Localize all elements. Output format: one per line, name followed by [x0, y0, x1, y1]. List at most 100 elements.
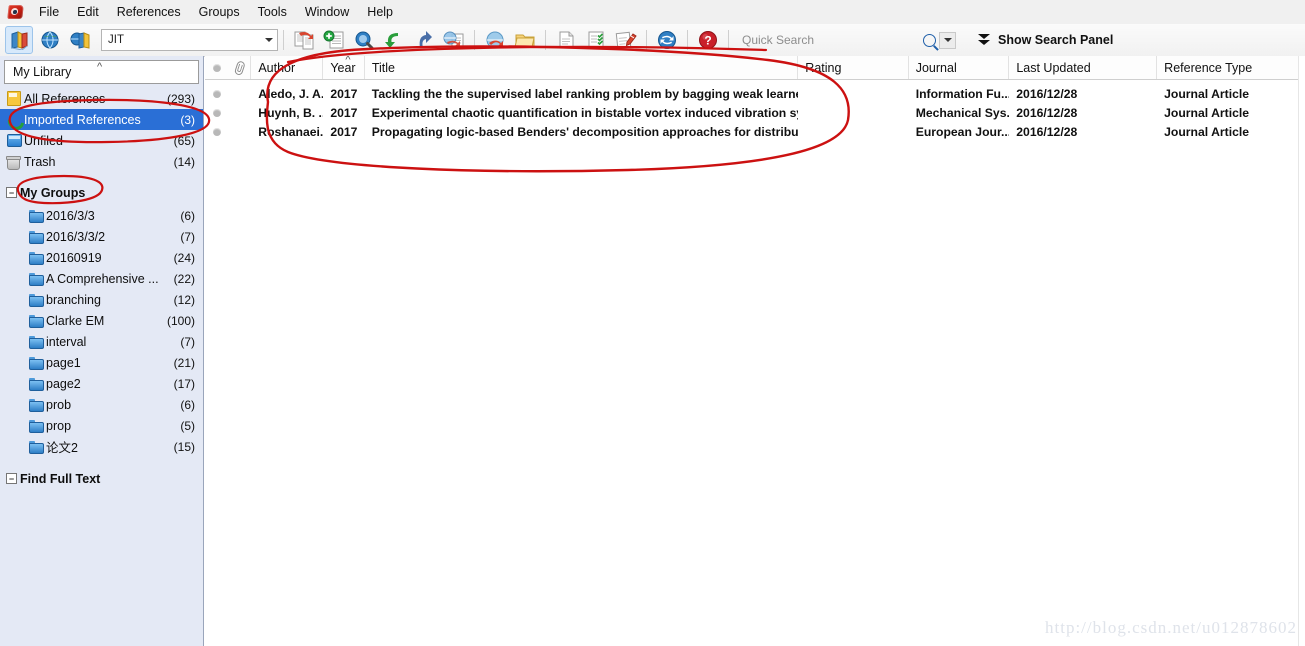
column-header-title[interactable]: Title [365, 56, 799, 79]
sidebar-item-unfiled[interactable]: Unfiled (65) [0, 130, 203, 151]
sidebar-item-count: (14) [173, 154, 195, 169]
cell-author: Roshanaei... [258, 124, 324, 139]
collapse-icon[interactable]: − [6, 473, 17, 484]
sidebar-group-20160919[interactable]: 20160919 (24) [0, 247, 203, 268]
new-page-icon[interactable] [553, 27, 579, 53]
folder-icon [29, 231, 46, 244]
toolbar-separator [687, 30, 688, 50]
menu-item-file[interactable]: File [30, 2, 68, 22]
sidebar-find-full-text-header[interactable]: − Find Full Text [0, 468, 203, 489]
vertical-scrollbar[interactable] [1298, 56, 1305, 646]
row-read-status[interactable] [205, 122, 230, 141]
row-attachment [230, 103, 252, 122]
cell-last-updated: 2016/12/28 [1016, 86, 1078, 101]
sidebar-item-count: (3) [180, 112, 195, 127]
sidebar-group-label: page1 [46, 355, 81, 370]
open-library-icon[interactable] [5, 26, 33, 54]
new-reference-icon[interactable] [321, 27, 347, 53]
row-read-status[interactable] [205, 103, 230, 122]
sidebar-group-count: (5) [180, 418, 195, 433]
edit-citation-icon[interactable] [613, 27, 639, 53]
online-search-icon[interactable] [37, 27, 63, 53]
find-full-text-icon[interactable] [482, 27, 508, 53]
sidebar-group-page2[interactable]: page2 (17) [0, 373, 203, 394]
menu-item-window[interactable]: Window [296, 2, 358, 22]
sidebar-group-interval[interactable]: interval (7) [0, 331, 203, 352]
search-references-icon[interactable] [351, 27, 377, 53]
table-header-row: Author Year ^ Title Rating Journal Last … [205, 56, 1305, 80]
export-up-icon[interactable] [411, 27, 437, 53]
column-header-journal[interactable]: Journal [909, 56, 1010, 79]
imported-references-icon [7, 113, 24, 126]
menu-item-groups[interactable]: Groups [190, 2, 249, 22]
column-header-attachment[interactable] [230, 56, 252, 79]
sidebar-group-count: (22) [173, 271, 195, 286]
sidebar-group-page1[interactable]: page1 (21) [0, 352, 203, 373]
output-style-combo[interactable]: JIT [101, 29, 278, 51]
cell-rating [798, 84, 908, 103]
column-header-readstatus[interactable] [205, 56, 230, 79]
sidebar-group-2016-3-3-2[interactable]: 2016/3/3/2 (7) [0, 226, 203, 247]
folder-icon [29, 378, 46, 391]
sidebar-group-prop[interactable]: prop (5) [0, 415, 203, 436]
format-bibliography-icon[interactable] [583, 27, 609, 53]
cell-year: 2017 [330, 105, 358, 120]
sidebar-item-imported-references[interactable]: Imported References (3) [0, 109, 203, 130]
column-header-last-updated[interactable]: Last Updated [1009, 56, 1158, 79]
sidebar-group-prob[interactable]: prob (6) [0, 394, 203, 415]
cell-last-updated: 2016/12/28 [1016, 105, 1078, 120]
sidebar-my-groups-header[interactable]: − My Groups [0, 182, 203, 203]
search-icon[interactable] [923, 33, 936, 47]
integrated-library-icon[interactable] [67, 27, 93, 53]
sidebar-group-a-comprehensive[interactable]: A Comprehensive ... (22) [0, 268, 203, 289]
menu-item-tools[interactable]: Tools [249, 2, 296, 22]
sync-icon[interactable] [654, 27, 680, 53]
toolbar-separator [474, 30, 475, 50]
sidebar-item-trash[interactable]: Trash (14) [0, 151, 203, 172]
column-header-rating[interactable]: Rating [798, 56, 909, 79]
help-icon[interactable]: ? [695, 27, 721, 53]
column-header-author[interactable]: Author [251, 56, 324, 79]
library-header[interactable]: My Library ^ [4, 60, 199, 84]
show-search-panel-button[interactable]: Show Search Panel [978, 33, 1113, 47]
table-row[interactable]: Huynh, B. ... 2017 Experimental chaotic … [205, 103, 1305, 122]
sidebar-group-clarke-em[interactable]: Clarke EM (100) [0, 310, 203, 331]
row-read-status[interactable] [205, 84, 230, 103]
chevron-down-icon[interactable] [261, 31, 277, 49]
sidebar-group-count: (17) [173, 376, 195, 391]
folder-icon [29, 336, 46, 349]
sync-down-icon[interactable] [381, 27, 407, 53]
column-header-year[interactable]: Year ^ [323, 56, 365, 79]
toolbar-separator [545, 30, 546, 50]
reference-list-panel: Author Year ^ Title Rating Journal Last … [205, 56, 1305, 646]
online-mode-icon[interactable] [441, 27, 467, 53]
open-file-icon[interactable] [512, 27, 538, 53]
menu-item-references[interactable]: References [108, 2, 190, 22]
column-header-reference-type[interactable]: Reference Type [1157, 56, 1305, 79]
svg-text:?: ? [704, 34, 711, 48]
paperclip-icon [234, 60, 247, 75]
sidebar-my-groups-label: My Groups [20, 185, 86, 200]
copy-to-local-icon[interactable] [291, 27, 317, 53]
all-references-icon [7, 91, 24, 106]
menu-item-help[interactable]: Help [358, 2, 402, 22]
sidebar-find-full-text-label: Find Full Text [20, 471, 101, 486]
menu-bar: File Edit References Groups Tools Window… [0, 0, 1305, 25]
sidebar-item-label: Trash [24, 154, 56, 169]
folder-icon [29, 273, 46, 286]
table-row[interactable]: Roshanaei... 2017 Propagating logic-base… [205, 122, 1305, 141]
table-row[interactable]: Aledo, J. A... 2017 Tackling the the sup… [205, 84, 1305, 103]
toolbar-separator [728, 30, 729, 50]
menu-item-edit[interactable]: Edit [68, 2, 108, 22]
folder-icon [29, 420, 46, 433]
sidebar-group-2016-3-3[interactable]: 2016/3/3 (6) [0, 205, 203, 226]
sidebar-item-all-references[interactable]: All References (293) [0, 88, 203, 109]
chevron-down-icon[interactable] [939, 31, 956, 49]
folder-icon [29, 210, 46, 223]
collapse-icon[interactable]: − [6, 187, 17, 198]
sidebar-item-label: Imported References [24, 112, 141, 127]
sidebar-group-lunwen2[interactable]: 论文2 (15) [0, 436, 203, 457]
endnote-logo-icon [6, 3, 26, 21]
quick-search-input[interactable]: Quick Search [742, 31, 917, 49]
sidebar-group-branching[interactable]: branching (12) [0, 289, 203, 310]
